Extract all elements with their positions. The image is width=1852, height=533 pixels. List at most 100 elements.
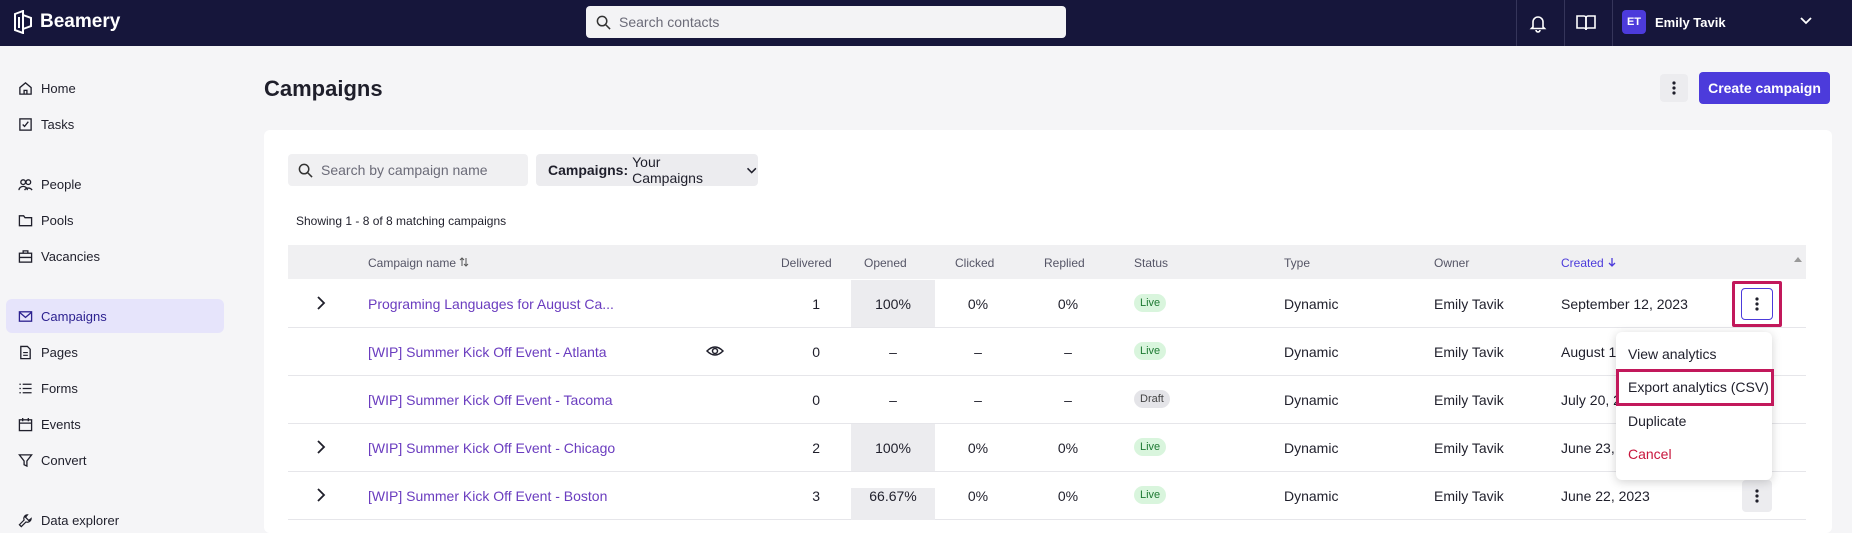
sidebar-item-data-explorer[interactable]: Data explorer: [6, 503, 224, 533]
avatar: ET: [1622, 10, 1646, 34]
user-menu-chevron[interactable]: [1798, 12, 1814, 31]
column-header-clicked[interactable]: Clicked: [955, 256, 994, 270]
created-value: September 12, 2023: [1561, 296, 1688, 312]
column-header-created[interactable]: Created: [1561, 256, 1617, 270]
replied-value: 0%: [1057, 488, 1079, 504]
replied-value: 0%: [1057, 296, 1079, 312]
sidebar-item-tasks[interactable]: Tasks: [6, 107, 224, 141]
delivered-value: 0: [812, 344, 820, 360]
sidebar-item-events[interactable]: Events: [6, 407, 224, 441]
expand-row-button[interactable]: [314, 486, 328, 507]
table-row[interactable]: [WIP] Summer Kick Off Event - Atlanta 0 …: [288, 328, 1806, 376]
delivered-value: 3: [812, 488, 820, 504]
divider: [1564, 0, 1565, 46]
created-value: June 22, 2023: [1561, 488, 1650, 504]
notifications-button[interactable]: [1525, 10, 1551, 36]
logo-icon: [14, 10, 32, 34]
column-header-opened[interactable]: Opened: [864, 256, 907, 270]
sidebar-item-pages[interactable]: Pages: [6, 335, 224, 369]
sidebar-item-campaigns[interactable]: Campaigns: [6, 299, 224, 333]
created-value: July 20, 2: [1561, 392, 1621, 408]
sidebar-item-convert[interactable]: Convert: [6, 443, 224, 477]
campaign-filter-dropdown[interactable]: Campaigns: Your Campaigns: [536, 154, 758, 186]
divider: [1612, 0, 1613, 46]
campaign-name-link[interactable]: Programing Languages for August Ca...: [368, 296, 614, 312]
type-value: Dynamic: [1284, 344, 1339, 360]
filter-label: Campaigns:: [548, 162, 629, 178]
sidebar-item-pools[interactable]: Pools: [6, 203, 224, 237]
campaign-name-link[interactable]: [WIP] Summer Kick Off Event - Tacoma: [368, 392, 613, 408]
row-actions-button[interactable]: [1742, 480, 1772, 512]
campaign-search[interactable]: [288, 154, 528, 186]
table-row[interactable]: [WIP] Summer Kick Off Event - Tacoma 0 –…: [288, 376, 1806, 424]
create-campaign-button[interactable]: Create campaign: [1699, 72, 1830, 104]
row-actions-button[interactable]: [1741, 288, 1773, 320]
user-menu[interactable]: ET Emily Tavik: [1622, 10, 1726, 34]
expand-row-button[interactable]: [314, 294, 328, 315]
expand-row-button[interactable]: [314, 438, 328, 459]
page-title: Campaigns: [264, 76, 383, 101]
bell-icon: [1529, 16, 1547, 33]
table-row[interactable]: [WIP] Summer Kick Off Event - Boston 3 6…: [288, 472, 1806, 520]
more-vertical-icon: [1755, 297, 1759, 311]
column-header-replied[interactable]: Replied: [1044, 256, 1085, 270]
column-header-status[interactable]: Status: [1134, 256, 1168, 270]
column-header-name[interactable]: Campaign name: [368, 256, 469, 270]
search-icon: [596, 15, 611, 30]
status-badge: Live: [1134, 294, 1167, 312]
status-badge: Live: [1134, 438, 1167, 456]
divider: [1516, 0, 1517, 46]
sort-icon: [460, 257, 469, 267]
campaign-name-link[interactable]: [WIP] Summer Kick Off Event - Atlanta: [368, 344, 607, 360]
search-icon: [298, 163, 313, 178]
created-value: June 23,: [1561, 440, 1615, 456]
home-icon: [19, 81, 32, 95]
sidebar-item-forms[interactable]: Forms: [6, 371, 224, 405]
sidebar-item-label: People: [41, 176, 82, 192]
scroll-up-arrow[interactable]: [1794, 250, 1802, 265]
contact-search[interactable]: [586, 6, 1066, 38]
sidebar-item-home[interactable]: Home: [6, 71, 224, 105]
filter-value: Your Campaigns: [632, 154, 703, 186]
campaign-name-link[interactable]: [WIP] Summer Kick Off Event - Boston: [368, 488, 607, 504]
list-icon: [19, 383, 32, 393]
sidebar-item-label: Forms: [41, 380, 78, 396]
folder-icon: [18, 214, 33, 226]
table-row[interactable]: [WIP] Summer Kick Off Event - Chicago 2 …: [288, 424, 1806, 472]
type-value: Dynamic: [1284, 392, 1339, 408]
export-highlight: [1616, 369, 1774, 406]
column-header-owner[interactable]: Owner: [1434, 256, 1469, 270]
sidebar-item-label: Pools: [41, 212, 74, 228]
type-value: Dynamic: [1284, 296, 1339, 312]
page-more-button[interactable]: [1660, 74, 1688, 102]
table-header: Campaign name Delivered Opened Clicked R…: [288, 245, 1806, 279]
campaign-search-input[interactable]: [321, 162, 521, 178]
owner-value: Emily Tavik: [1434, 488, 1504, 504]
arrow-down-icon: [1608, 258, 1616, 267]
sidebar-item-label: Convert: [41, 452, 87, 468]
opened-value: 100%: [875, 296, 911, 312]
beamery-logo[interactable]: Beamery: [12, 10, 120, 34]
clicked-value: –: [974, 344, 982, 360]
opened-value: 100%: [875, 440, 911, 456]
brand-name: Beamery: [40, 11, 121, 32]
menu-item-view-analytics[interactable]: View analytics: [1628, 346, 1716, 362]
sidebar-item-label: Events: [41, 416, 81, 432]
replied-value: 0%: [1057, 440, 1079, 456]
page-icon: [20, 345, 31, 359]
menu-item-duplicate[interactable]: Duplicate: [1628, 413, 1686, 429]
sidebar-item-people[interactable]: People: [6, 167, 224, 201]
contact-search-input[interactable]: [619, 14, 1039, 30]
results-count: Showing 1 - 8 of 8 matching campaigns: [296, 214, 507, 228]
sidebar-item-vacancies[interactable]: Vacancies: [6, 239, 224, 273]
status-badge: Draft: [1134, 390, 1170, 408]
owner-value: Emily Tavik: [1434, 344, 1504, 360]
owner-value: Emily Tavik: [1434, 392, 1504, 408]
help-docs-button[interactable]: [1573, 10, 1599, 36]
table-row[interactable]: Programing Languages for August Ca... 1 …: [288, 280, 1806, 328]
sidebar-item-label: Pages: [41, 344, 78, 360]
column-header-type[interactable]: Type: [1284, 256, 1310, 270]
campaign-name-link[interactable]: [WIP] Summer Kick Off Event - Chicago: [368, 440, 615, 456]
menu-item-cancel[interactable]: Cancel: [1628, 446, 1672, 462]
column-header-delivered[interactable]: Delivered: [781, 256, 832, 270]
